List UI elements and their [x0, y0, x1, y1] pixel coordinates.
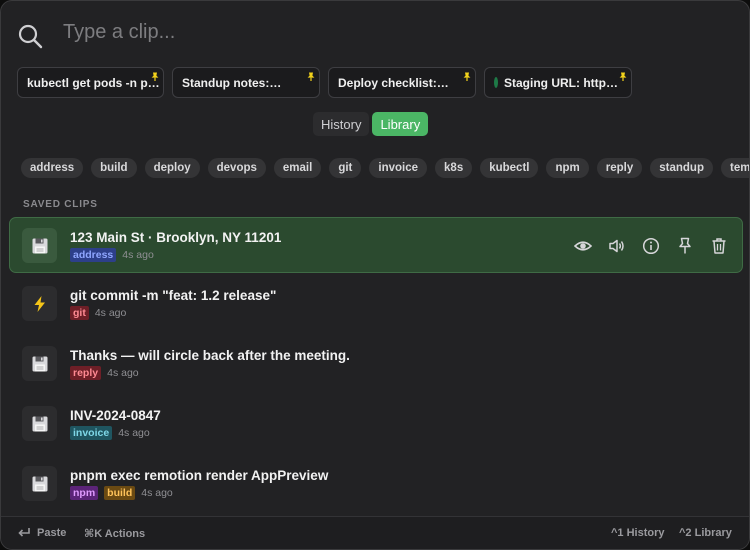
tag-filter-bar: address build deploy devops email git invoice k…: [21, 158, 749, 178]
paste-hint[interactable]: Paste: [17, 527, 66, 539]
pinned-clip-label: Standup notes:…: [182, 75, 282, 90]
clip-title: Thanks — will circle back after the meet…: [70, 348, 350, 363]
floppy-disk-icon: [32, 416, 47, 431]
clip-thumbnail: [22, 346, 57, 381]
trash-icon: [712, 238, 726, 254]
pinned-clip-label: Deploy checklist:…: [338, 75, 449, 90]
tag-filter-standup[interactable]: standup: [650, 158, 713, 178]
speaker-button[interactable]: [608, 237, 626, 255]
clip-row[interactable]: git commit -m "feat: 1.2 release" git 4s a…: [9, 275, 743, 333]
paste-label: Paste: [37, 527, 67, 539]
clip-list: 123 Main St · Brooklyn, NY 11201 address 4…: [9, 217, 743, 513]
tab-library[interactable]: Library: [372, 112, 429, 136]
clip-thumbnail: [22, 228, 57, 263]
pin-icon: [307, 72, 315, 81]
clip-tag: npm: [70, 486, 99, 500]
tag-filter-address[interactable]: address: [21, 158, 84, 178]
view-toggle: History Library: [313, 112, 429, 136]
clip-tag: address: [70, 248, 117, 262]
search-bar: [17, 13, 733, 57]
search-input[interactable]: [63, 17, 703, 47]
clip-row[interactable]: INV-2024-0847 invoice 4s ago: [9, 395, 743, 453]
library-shortcut-label: ^2 Library: [679, 527, 732, 539]
clip-row[interactable]: 123 Main St · Brooklyn, NY 11201 address 4…: [9, 217, 743, 273]
clip-row[interactable]: pnpm exec remotion render AppPreview npm b…: [9, 455, 743, 513]
clip-thumbnail: [22, 286, 57, 321]
clip-meta: reply 4s ago: [70, 366, 139, 380]
footer-bar: Paste ⌘K Actions ^1 History ^2 Library: [1, 516, 749, 549]
pin-icon: [151, 72, 159, 81]
lightning-icon: [34, 295, 45, 312]
speaker-icon: [609, 239, 624, 253]
clip-meta: address 4s ago: [70, 248, 154, 262]
tag-filter-kubectl[interactable]: kubectl: [480, 158, 539, 178]
history-shortcut-label: ^1 History: [611, 527, 665, 539]
search-icon: [18, 24, 43, 49]
trash-button[interactable]: [710, 237, 728, 255]
clip-title: 123 Main St · Brooklyn, NY 11201: [70, 230, 282, 245]
pin-button[interactable]: [676, 237, 694, 255]
tag-filter-devops[interactable]: devops: [207, 158, 266, 178]
clip-title: pnpm exec remotion render AppPreview: [70, 468, 329, 483]
actions-hint[interactable]: ⌘K Actions: [84, 527, 145, 540]
pinned-clip[interactable]: Deploy checklist:…: [328, 67, 476, 98]
clip-tag: build: [104, 486, 136, 500]
pin-icon: [619, 72, 627, 81]
clip-title: git commit -m "feat: 1.2 release": [70, 288, 277, 303]
pinned-clips: kubectl get pods -n p… Standup notes:… Dep…: [17, 67, 632, 98]
clip-timestamp: 4s ago: [118, 427, 150, 439]
floppy-disk-icon: [32, 356, 47, 371]
clip-thumbnail: [22, 406, 57, 441]
globe-icon: [494, 77, 498, 88]
tag-filter-email[interactable]: email: [273, 158, 322, 178]
info-button[interactable]: [642, 237, 660, 255]
tag-filter-deploy[interactable]: deploy: [144, 158, 200, 178]
library-shortcut[interactable]: ^2 Library: [679, 527, 732, 539]
clip-meta: invoice 4s ago: [70, 426, 150, 440]
clip-thumbnail: [22, 466, 57, 501]
pin-icon: [679, 237, 691, 254]
info-icon: [642, 237, 660, 255]
pin-icon: [463, 72, 471, 81]
pinned-clip-label: kubectl get pods -n p…: [27, 75, 160, 90]
return-icon: [18, 528, 30, 537]
floppy-disk-icon: [32, 238, 47, 253]
history-shortcut[interactable]: ^1 History: [611, 527, 665, 539]
clip-timestamp: 4s ago: [94, 307, 127, 319]
clip-meta: git 4s ago: [70, 306, 126, 320]
clip-actions: [573, 237, 728, 255]
clip-title: INV-2024-0847: [70, 408, 161, 423]
actions-label: ⌘K Actions: [84, 528, 146, 540]
tag-filter-reply[interactable]: reply: [596, 158, 643, 178]
clip-timestamp: 4s ago: [141, 487, 173, 499]
eye-button[interactable]: [573, 237, 593, 255]
eye-icon: [573, 241, 593, 251]
clip-tag: git: [70, 306, 89, 320]
clip-timestamp: 4s ago: [122, 249, 154, 261]
tag-filter-template[interactable]: template: [721, 158, 749, 178]
clip-meta: npm build 4s ago: [70, 486, 173, 500]
tag-filter-git[interactable]: git: [329, 158, 362, 178]
tag-filter-k8s[interactable]: k8s: [435, 158, 473, 178]
tag-filter-invoice[interactable]: invoice: [369, 158, 428, 178]
pinned-clip[interactable]: Staging URL: http…: [484, 67, 632, 98]
pinned-clip-label: Staging URL: http…: [504, 75, 618, 90]
pinned-clip[interactable]: kubectl get pods -n p…: [17, 67, 164, 98]
section-label: SAVED CLIPS: [23, 199, 98, 210]
clip-tag: reply: [70, 366, 102, 380]
clip-timestamp: 4s ago: [107, 367, 139, 379]
tab-history[interactable]: History: [313, 112, 370, 136]
clip-tag: invoice: [70, 426, 113, 440]
floppy-disk-icon: [32, 476, 47, 491]
tag-filter-build[interactable]: build: [91, 158, 137, 178]
tag-filter-npm[interactable]: npm: [546, 158, 589, 178]
clip-row[interactable]: Thanks — will circle back after the meet…: [9, 335, 743, 393]
pinned-clip[interactable]: Standup notes:…: [172, 67, 320, 98]
clipboard-window: kubectl get pods -n p… Standup notes:… Dep…: [0, 0, 750, 550]
